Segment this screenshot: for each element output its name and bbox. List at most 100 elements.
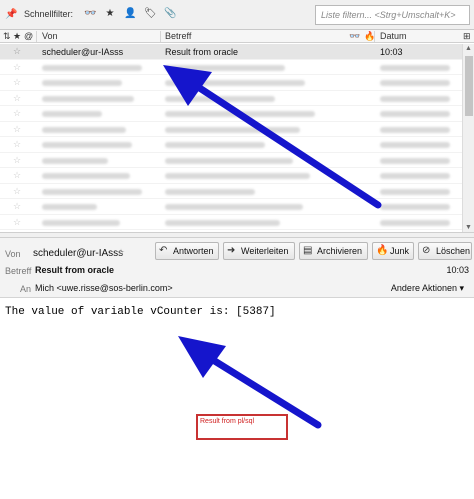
message-subject: Result from oracle — [165, 47, 239, 57]
read-column-icon[interactable]: 👓 — [349, 31, 360, 42]
annotation-label: Result from pl/sql — [200, 418, 255, 425]
reply-button[interactable]: ↶ Antworten — [155, 242, 219, 260]
contact-filter-icon[interactable]: 👤 — [124, 8, 136, 19]
star-icon[interactable]: ☆ — [13, 170, 21, 181]
message-row-blurred[interactable]: ☆ — [0, 184, 462, 199]
tag-filter-icon[interactable]: 🏷 — [144, 8, 157, 19]
blurred-text — [380, 219, 450, 226]
annotation-label-box: Result from pl/sql — [196, 414, 288, 440]
blurred-text — [42, 204, 97, 210]
from-label: Von — [5, 249, 21, 259]
message-row-blurred[interactable]: ☆ — [0, 215, 462, 230]
star-icon[interactable]: ☆ — [13, 124, 21, 135]
column-separator — [36, 31, 37, 42]
column-picker-icon[interactable]: ⊞ — [463, 31, 471, 42]
star-icon[interactable]: ☆ — [13, 77, 21, 88]
blurred-text — [165, 111, 315, 117]
blurred-text — [42, 126, 126, 133]
blurred-text — [42, 95, 134, 102]
message-row-blurred[interactable]: ☆ — [0, 199, 462, 215]
blurred-text — [165, 173, 310, 179]
blurred-text — [42, 111, 102, 117]
scroll-thumb[interactable] — [465, 56, 473, 116]
blurred-text — [380, 80, 450, 86]
message-row[interactable]: ☆ scheduler@ur-IAsss Result from oracle … — [0, 44, 462, 60]
message-time: 10:03 — [446, 265, 469, 275]
arrow-to-body-text — [178, 336, 322, 429]
blurred-text — [165, 95, 275, 102]
blurred-text — [42, 64, 142, 71]
pin-icon[interactable]: 📌 — [5, 9, 17, 20]
junk-icon: 🔥 — [376, 245, 389, 256]
blurred-text — [165, 80, 305, 86]
star-icon[interactable]: ☆ — [13, 186, 21, 197]
blurred-text — [380, 126, 450, 133]
blurred-text — [380, 111, 450, 117]
star-icon[interactable]: ☆ — [13, 62, 21, 73]
message-list-header: ⇅ ★ @ Von Betreff 👓 🔥 Datum ⊞ — [0, 30, 474, 43]
reply-icon: ↶ — [159, 245, 168, 256]
delete-icon: ⊘ — [422, 245, 431, 256]
column-from[interactable]: Von — [42, 31, 58, 41]
more-actions-menu[interactable]: Andere Aktionen ▾ — [391, 283, 464, 294]
subject-label: Betreff — [5, 266, 32, 276]
star-icon[interactable]: ☆ — [13, 201, 21, 212]
blurred-text — [42, 173, 130, 179]
unread-filter-icon[interactable]: 👓 — [84, 8, 96, 19]
message-row-blurred[interactable]: ☆ — [0, 153, 462, 168]
message-row-blurred[interactable]: ☆ — [0, 106, 462, 122]
filter-search-input[interactable]: Liste filtern... <Strg+Umschalt+K> — [315, 5, 470, 25]
message-from: scheduler@ur-IAsss — [42, 47, 124, 57]
star-icon[interactable]: ☆ — [13, 155, 21, 166]
attachment-column-icon[interactable]: @ — [24, 31, 33, 41]
attachment-filter-icon[interactable]: 📎 — [164, 8, 176, 19]
star-column-icon[interactable]: ★ — [13, 31, 21, 42]
list-scrollbar[interactable]: ▲ ▼ — [462, 44, 474, 232]
star-icon[interactable]: ☆ — [13, 217, 21, 228]
column-date[interactable]: Datum — [380, 31, 407, 41]
archive-icon: ▤ — [303, 245, 313, 256]
message-row-blurred[interactable]: ☆ — [0, 75, 462, 91]
message-row-blurred[interactable]: ☆ — [0, 168, 462, 184]
junk-button[interactable]: 🔥 Junk — [372, 242, 414, 260]
star-icon[interactable]: ☆ — [13, 108, 21, 119]
forward-button[interactable]: ➜ Weiterleiten — [223, 242, 295, 260]
blurred-text — [42, 142, 132, 148]
from-value[interactable]: scheduler@ur-IAsss — [33, 248, 123, 259]
blurred-text — [380, 157, 450, 164]
star-icon[interactable]: ☆ — [13, 93, 21, 104]
column-separator — [160, 31, 161, 42]
message-row-blurred[interactable]: ☆ — [0, 60, 462, 75]
message-row-blurred[interactable]: ☆ — [0, 137, 462, 153]
quick-filter-bar: 📌 Schnellfilter: 👓 ★ 👤 🏷 📎 Liste filtern… — [0, 0, 474, 30]
delete-button[interactable]: ⊘ Löschen — [418, 242, 472, 260]
column-subject[interactable]: Betreff — [165, 31, 191, 41]
to-value[interactable]: Mich <uwe.risse@sos-berlin.com> — [35, 283, 173, 293]
blurred-text — [380, 188, 450, 195]
blurred-text — [165, 157, 293, 164]
filter-search-placeholder: Liste filtern... <Strg+Umschalt+K> — [321, 10, 456, 20]
scroll-up-icon[interactable]: ▲ — [465, 45, 472, 52]
starred-filter-icon[interactable]: ★ — [104, 8, 116, 19]
blurred-text — [380, 173, 450, 179]
blurred-text — [380, 64, 450, 71]
star-icon[interactable]: ☆ — [13, 46, 21, 57]
message-row-blurred[interactable]: ☆ — [0, 122, 462, 137]
quick-filter-label: Schnellfilter: — [24, 9, 74, 19]
blurred-text — [42, 188, 142, 195]
blurred-text — [165, 188, 255, 195]
blurred-text — [165, 64, 285, 71]
add-contact-star-icon[interactable]: ☆ — [117, 247, 125, 258]
thread-column-icon[interactable]: ⇅ — [3, 31, 11, 42]
subject-value: Result from oracle — [35, 265, 115, 275]
blurred-text — [165, 142, 265, 148]
blurred-text — [165, 204, 303, 210]
scroll-down-icon[interactable]: ▼ — [465, 224, 472, 231]
blurred-text — [165, 126, 300, 133]
archive-button[interactable]: ▤ Archivieren — [299, 242, 368, 260]
message-date: 10:03 — [380, 47, 403, 57]
to-label: An — [20, 284, 32, 294]
blurred-text — [42, 219, 120, 226]
star-icon[interactable]: ☆ — [13, 139, 21, 150]
message-row-blurred[interactable]: ☆ — [0, 91, 462, 106]
